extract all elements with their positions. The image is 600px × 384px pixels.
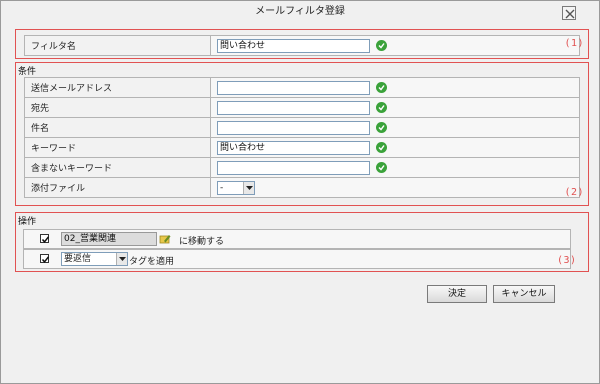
condition-row: 添付ファイル -	[24, 177, 580, 198]
condition-row: キーワード 問い合わせ	[24, 137, 580, 158]
filter-name-section: フィルタ名 問い合わせ (1)	[15, 29, 589, 59]
checkmark-icon	[41, 236, 50, 243]
exclude-keyword-input[interactable]	[217, 160, 370, 175]
attachment-select[interactable]: -	[217, 180, 255, 195]
condition-label: 添付ファイル	[24, 177, 211, 198]
move-folder-field[interactable]: 02_営業関連	[61, 232, 157, 246]
close-icon	[565, 9, 575, 19]
subject-input[interactable]	[217, 120, 370, 135]
condition-label: 送信メールアドレス	[24, 77, 211, 98]
conditions-section: 条件 送信メールアドレス 宛先 件名 キーワード 問い合わせ 含まないキーワード	[15, 62, 589, 206]
conditions-table: 送信メールアドレス 宛先 件名 キーワード 問い合わせ 含まないキーワード 添付…	[24, 77, 580, 198]
filter-dialog: メールフィルタ登録 フィルタ名 問い合わせ (1) 条件 送信メールアドレス 宛…	[0, 0, 600, 384]
tag-select[interactable]: 要返信	[61, 252, 128, 266]
check-icon	[376, 142, 387, 153]
condition-label: キーワード	[24, 137, 211, 158]
attachment-select-value: -	[220, 182, 224, 193]
close-button[interactable]	[562, 6, 576, 20]
dialog-title: メールフィルタ登録	[255, 6, 345, 17]
filter-name-table: フィルタ名 問い合わせ	[24, 35, 580, 56]
condition-label: 宛先	[24, 97, 211, 118]
check-icon	[376, 102, 387, 113]
move-action-text: に移動する	[179, 237, 225, 247]
condition-label: 件名	[24, 117, 211, 138]
chevron-down-icon	[116, 253, 127, 265]
sender-address-input[interactable]	[217, 80, 370, 95]
section-marker-3: (3)	[557, 255, 577, 266]
tag-checkbox[interactable]	[40, 254, 50, 263]
ok-button[interactable]: 決定	[427, 285, 487, 303]
keyword-input[interactable]: 問い合わせ	[217, 140, 370, 155]
chevron-down-icon	[243, 181, 254, 194]
actions-title: 操作	[18, 217, 37, 227]
tag-action-text: タグを適用	[129, 257, 175, 267]
move-checkbox[interactable]	[40, 234, 50, 243]
recipient-input[interactable]	[217, 100, 370, 115]
conditions-title: 条件	[18, 67, 37, 77]
move-action-row: 02_営業関連 に移動する	[23, 229, 571, 249]
tag-select-value: 要返信	[64, 254, 92, 264]
check-icon	[376, 82, 387, 93]
section-marker-2: (2)	[564, 187, 584, 198]
check-icon	[376, 122, 387, 133]
condition-row: 含まないキーワード	[24, 157, 580, 178]
filter-name-input[interactable]: 問い合わせ	[217, 38, 370, 53]
condition-row: 件名	[24, 117, 580, 138]
section-marker-1: (1)	[564, 38, 584, 49]
condition-row: 送信メールアドレス	[24, 77, 580, 98]
cancel-button[interactable]: キャンセル	[493, 285, 555, 303]
check-icon	[376, 162, 387, 173]
checkmark-icon	[41, 256, 50, 263]
condition-row: 宛先	[24, 97, 580, 118]
tag-action-row: 要返信 タグを適用	[23, 249, 571, 269]
condition-label: 含まないキーワード	[24, 157, 211, 178]
check-icon	[376, 40, 387, 51]
filter-name-row: フィルタ名 問い合わせ	[24, 35, 580, 56]
filter-name-label: フィルタ名	[24, 35, 211, 56]
folder-edit-icon[interactable]	[159, 233, 171, 245]
